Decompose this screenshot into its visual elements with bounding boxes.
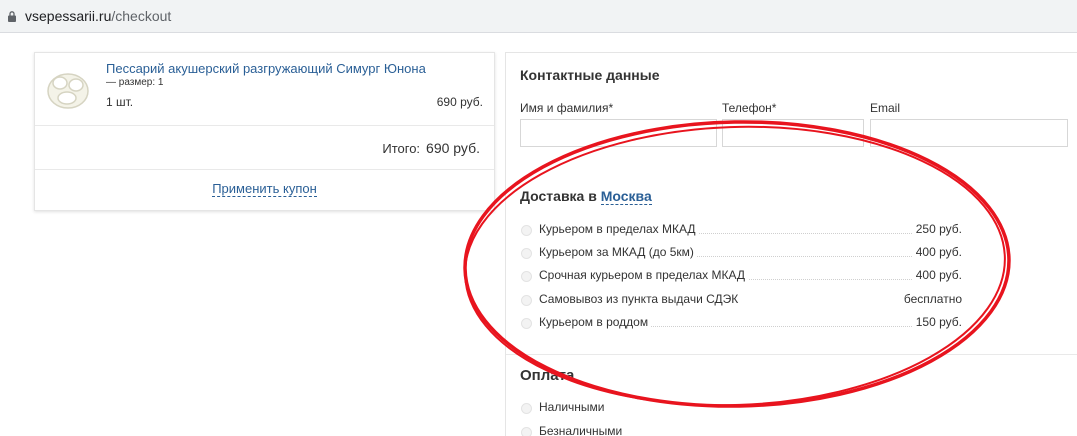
city-link[interactable]: Москва xyxy=(600,188,652,205)
radio-button[interactable] xyxy=(521,225,532,236)
divider xyxy=(35,169,494,170)
payment-option[interactable]: Наличными xyxy=(520,400,962,416)
delivery-title-text: Доставка в xyxy=(520,188,597,204)
radio-button[interactable] xyxy=(521,248,532,259)
delivery-option-price: 400 руб. xyxy=(912,245,962,259)
payment-option-label: Наличными xyxy=(539,400,608,414)
delivery-option-label: Самовывоз из пункта выдачи СДЭК xyxy=(539,292,742,306)
radio-button[interactable] xyxy=(521,271,532,282)
radio-button[interactable] xyxy=(521,427,532,436)
product-quantity: 1 шт. xyxy=(106,95,134,109)
delivery-option[interactable]: Самовывоз из пункта выдачи СДЭК бесплатн… xyxy=(520,292,962,308)
phone-field[interactable] xyxy=(722,119,864,147)
delivery-title: Доставка в Москва xyxy=(520,188,652,205)
name-field-label: Имя и фамилия* xyxy=(520,101,614,115)
delivery-option[interactable]: Курьером за МКАД (до 5км) 400 руб. xyxy=(520,245,962,261)
name-field[interactable] xyxy=(520,119,717,147)
url-text[interactable]: vsepessarii.ru/checkout xyxy=(25,8,171,24)
total-label: Итого: xyxy=(382,141,421,156)
pessary-image xyxy=(47,73,89,109)
payment-title: Оплата xyxy=(520,367,575,384)
url-path: /checkout xyxy=(111,8,172,24)
phone-field-label: Телефон* xyxy=(722,101,777,115)
radio-button[interactable] xyxy=(521,403,532,414)
radio-button[interactable] xyxy=(521,318,532,329)
cart-total: Итого: 690 руб. xyxy=(382,140,480,156)
delivery-option[interactable]: Срочная курьером в пределах МКАД 400 руб… xyxy=(520,268,962,284)
checkout-form: Контактные данные Имя и фамилия* Телефон… xyxy=(505,52,1077,436)
radio-button[interactable] xyxy=(521,295,532,306)
delivery-option-label: Срочная курьером в пределах МКАД xyxy=(539,268,749,282)
payment-option[interactable]: Безналичными xyxy=(520,424,962,436)
email-field-label: Email xyxy=(870,101,901,115)
contacts-title: Контактные данные xyxy=(520,67,660,83)
product-size: — размер: 1 xyxy=(106,77,164,88)
delivery-option-label: Курьером за МКАД (до 5км) xyxy=(539,245,697,259)
payment-option-label: Безналичными xyxy=(539,424,626,436)
coupon-section: Применить купон xyxy=(35,181,494,197)
cart-summary: Пессарий акушерский разгружающий Симург … xyxy=(34,52,495,211)
url-host: vsepessarii.ru xyxy=(25,8,112,24)
delivery-option-price: 150 руб. xyxy=(912,315,962,329)
delivery-option-price: бесплатно xyxy=(900,292,962,306)
apply-coupon-link[interactable]: Применить купон xyxy=(212,181,317,197)
total-value: 690 руб. xyxy=(426,140,480,156)
delivery-option[interactable]: Курьером в пределах МКАД 250 руб. xyxy=(520,222,962,238)
email-field[interactable] xyxy=(870,119,1068,147)
delivery-option-label: Курьером в роддом xyxy=(539,315,652,329)
delivery-option-price: 400 руб. xyxy=(912,268,962,282)
divider xyxy=(35,125,494,126)
delivery-option-price: 250 руб. xyxy=(912,222,962,236)
delivery-option-label: Курьером в пределах МКАД xyxy=(539,222,699,236)
lock-icon xyxy=(8,11,16,22)
delivery-option[interactable]: Курьером в роддом 150 руб. xyxy=(520,315,962,331)
address-bar[interactable]: vsepessarii.ru/checkout xyxy=(0,0,1077,33)
product-price: 690 руб. xyxy=(436,95,483,109)
divider xyxy=(506,354,1077,355)
product-name-link[interactable]: Пессарий акушерский разгружающий Симург … xyxy=(106,61,426,76)
